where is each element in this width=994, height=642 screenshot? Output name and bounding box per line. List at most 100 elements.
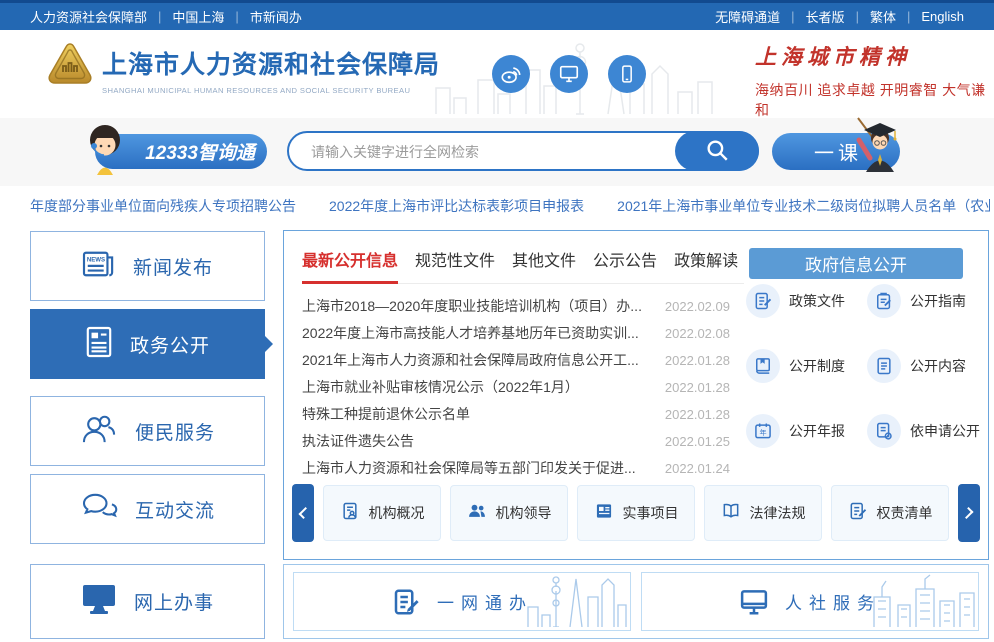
search-input[interactable]: [309, 137, 653, 167]
top-link-mohrss[interactable]: 人力资源社会保障部: [30, 7, 147, 26]
sidebar-item-news[interactable]: NEWS 新闻发布: [30, 231, 265, 301]
site-subtitle: SHANGHAI MUNICIPAL HUMAN RESOURCES AND S…: [102, 86, 440, 95]
page: 人力资源社会保障部 中国上海 市新闻办 无障碍通道 长者版 繁体 English: [0, 0, 994, 642]
news-title: 特殊工种提前退休公示名单: [302, 401, 470, 428]
news-item[interactable]: 2021年上海市人力资源和社会保障局政府信息公开工... 2022.01.28: [302, 347, 730, 374]
government-info-disclosure-button[interactable]: 政府信息公开: [749, 248, 963, 279]
quick-link-disclosure-content[interactable]: 公开内容: [867, 348, 988, 384]
banner-hr-social-services[interactable]: 人社服务: [641, 572, 979, 631]
document-icon: [85, 326, 113, 363]
government-info-panel: 最新公开信息 规范性文件 其他文件 公示公告 政策解读 政府信息公开 上海市20…: [283, 230, 989, 560]
people-icon: [80, 413, 118, 450]
news-ticker: 年度部分事业单位面向残疾人专项招聘公告 2022年度上海市评比达标表彰项目申报表…: [30, 193, 990, 219]
site-title-block: 上海市人力资源和社会保障局 SHANGHAI MUNICIPAL HUMAN R…: [102, 45, 440, 95]
quick-link-disclosure-system[interactable]: 公开制度: [746, 348, 867, 384]
hotline-12333-button[interactable]: 12333智询通: [95, 134, 267, 169]
tab-announcements[interactable]: 公示公告: [593, 247, 657, 271]
carousel-card-org-leaders[interactable]: 机构领导: [450, 485, 568, 541]
sidebar-item-label: 新闻发布: [133, 253, 213, 280]
weibo-icon[interactable]: [492, 55, 530, 93]
news-item[interactable]: 特殊工种提前退休公示名单 2022.01.28: [302, 401, 730, 428]
doc-person-icon: [340, 501, 360, 526]
quick-link-disclosure-upon-request[interactable]: 依申请公开: [867, 413, 988, 449]
quick-link-label: 依申请公开: [910, 421, 980, 441]
chevron-left-icon: [298, 507, 310, 519]
news-title: 2021年上海市人力资源和社会保障局政府信息公开工...: [302, 347, 639, 374]
news-item[interactable]: 2022年度上海市高技能人才培养基地历年已资助实训... 2022.02.08: [302, 320, 730, 347]
hotline-mascot-icon: [81, 121, 129, 181]
teacher-mascot-icon: [850, 114, 906, 178]
quick-link-label: 公开内容: [910, 356, 966, 376]
tab-latest-info[interactable]: 最新公开信息: [302, 247, 398, 271]
sidebar-item-interaction[interactable]: 互动交流: [30, 474, 265, 544]
banner-label: 人社服务: [785, 589, 881, 614]
news-item[interactable]: 执法证件遗失公告 2022.01.25: [302, 428, 730, 455]
carousel-card-label: 法律法规: [750, 503, 806, 523]
tab-normative-docs[interactable]: 规范性文件: [415, 247, 495, 271]
search-button[interactable]: [675, 131, 759, 171]
carousel-card-label: 机构领导: [496, 503, 552, 523]
file-text-icon: [867, 349, 901, 383]
monitor-banner-icon: [739, 587, 769, 617]
sidebar-item-public-services[interactable]: 便民服务: [30, 396, 265, 466]
tab-bar: 最新公开信息 规范性文件 其他文件 公示公告 政策解读: [302, 247, 744, 284]
header: 上海市人力资源和社会保障局 SHANGHAI MUNICIPAL HUMAN R…: [0, 30, 994, 118]
carousel-prev-button[interactable]: [292, 484, 314, 542]
carousel-card-responsibility-list[interactable]: 权责清单: [831, 485, 949, 541]
news-item[interactable]: 上海市2018—2020年度职业技能培训机构（项目）办... 2022.02.0…: [302, 293, 730, 320]
sidebar-item-government-info[interactable]: 政务公开: [30, 309, 265, 379]
pudong-skyline-decoration: [520, 572, 630, 631]
news-title: 上海市就业补贴审核情况公示（2022年1月）: [302, 374, 579, 401]
carousel-card-laws-regulations[interactable]: 法律法规: [704, 485, 822, 541]
tab-policy-interpretation[interactable]: 政策解读: [674, 247, 738, 271]
top-link-traditional[interactable]: 繁体: [870, 7, 896, 26]
ticker-link[interactable]: 2022年度上海市评比达标表彰项目申报表: [329, 196, 584, 216]
separator: [907, 9, 910, 24]
book-icon: [746, 349, 780, 383]
quick-link-label: 公开年报: [789, 421, 845, 441]
sidebar-item-online-services[interactable]: 网上办事: [30, 564, 265, 639]
carousel-card-org-overview[interactable]: 机构概况: [323, 485, 441, 541]
news-title: 上海市人力资源和社会保障局等五部门印发关于促进...: [302, 455, 636, 482]
carousel-card-label: 权责清单: [877, 503, 933, 523]
search-icon: [704, 137, 730, 166]
top-link-english[interactable]: English: [921, 9, 964, 24]
top-bar: 人力资源社会保障部 中国上海 市新闻办 无障碍通道 长者版 繁体 English: [0, 0, 994, 30]
sidebar-item-label: 网上办事: [134, 588, 214, 615]
carousel-card-label: 实事项目: [623, 503, 679, 523]
doc-pen-icon: [746, 284, 780, 318]
ticker-link[interactable]: 2021年上海市事业单位专业技术二级岗位拟聘人员名单（农业）公: [617, 196, 990, 216]
bureau-emblem-icon: [46, 42, 94, 93]
desktop-icon[interactable]: [550, 55, 588, 93]
social-icons: [492, 55, 646, 93]
news-item[interactable]: 上海市人力资源和社会保障局等五部门印发关于促进... 2022.01.24: [302, 455, 730, 482]
people-solid-icon: [467, 501, 487, 526]
course-button[interactable]: 一课: [772, 133, 900, 170]
news-item[interactable]: 上海市就业补贴审核情况公示（2022年1月） 2022.01.28: [302, 374, 730, 401]
banner-one-stop-services[interactable]: 一网通办: [293, 572, 631, 631]
quick-link-disclosure-guide[interactable]: 公开指南: [867, 283, 988, 319]
carousel-next-button[interactable]: [958, 484, 980, 542]
news-list: 上海市2018—2020年度职业技能培训机构（项目）办... 2022.02.0…: [302, 293, 730, 482]
mobile-icon[interactable]: [608, 55, 646, 93]
news-date: 2022.01.28: [665, 347, 730, 374]
quick-link-annual-report[interactable]: 年 公开年报: [746, 413, 867, 449]
news-title: 2022年度上海市高技能人才培养基地历年已资助实训...: [302, 320, 639, 347]
top-link-china-shanghai[interactable]: 中国上海: [172, 7, 224, 26]
tab-other-docs[interactable]: 其他文件: [512, 247, 576, 271]
separator: [791, 9, 794, 24]
top-link-accessibility[interactable]: 无障碍通道: [715, 7, 780, 26]
carousel-card-practical-projects[interactable]: 实事项目: [577, 485, 695, 541]
top-link-news-office[interactable]: 市新闻办: [250, 7, 302, 26]
svg-text:NEWS: NEWS: [87, 256, 105, 263]
monitor-icon: [81, 583, 117, 620]
news-date: 2022.01.28: [665, 401, 730, 428]
banner-label: 一网通办: [437, 589, 533, 614]
top-link-senior-version[interactable]: 长者版: [806, 7, 845, 26]
quick-link-policy-documents[interactable]: 政策文件: [746, 283, 867, 319]
ticker-link[interactable]: 年度部分事业单位面向残疾人专项招聘公告: [30, 196, 296, 216]
city-spirit-block: 上海城市精神 海纳百川 追求卓越 开明睿智 大气谦和: [755, 41, 994, 120]
news-date: 2022.02.08: [665, 320, 730, 347]
bottom-banner-container: 一网通办 人社服务: [283, 564, 989, 639]
carousel-card-label: 机构概况: [369, 503, 425, 523]
